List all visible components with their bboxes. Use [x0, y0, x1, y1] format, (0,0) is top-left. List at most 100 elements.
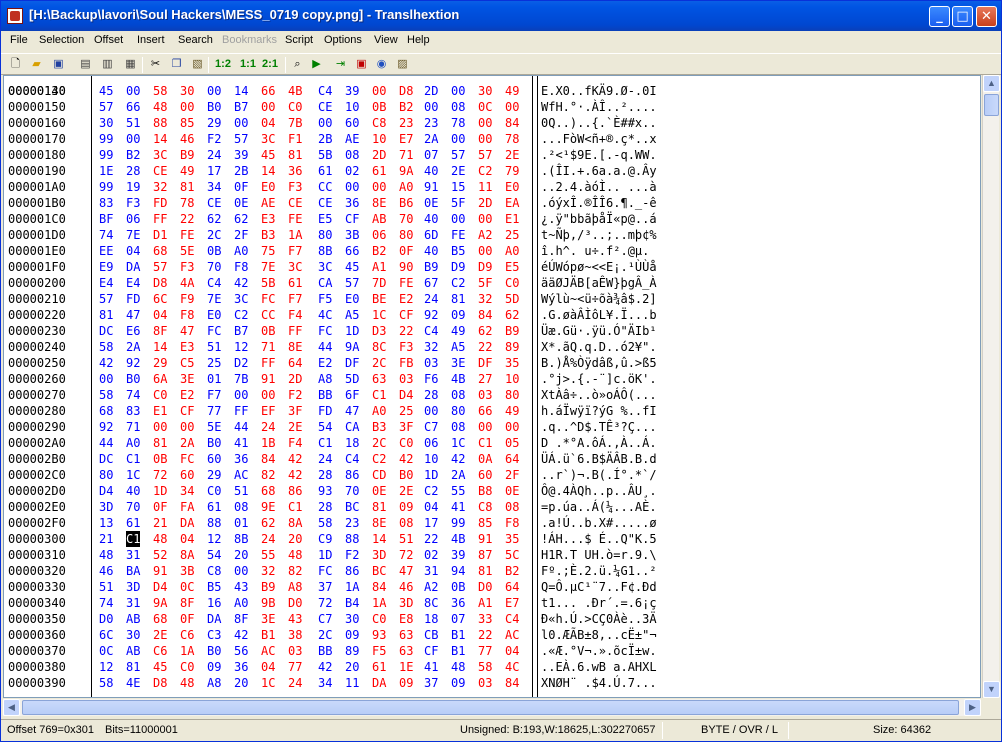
- hex-byte[interactable]: 86: [345, 467, 359, 483]
- hex-byte[interactable]: 99: [99, 179, 113, 195]
- hex-byte[interactable]: 3D: [372, 547, 386, 563]
- hex-byte[interactable]: 24: [261, 419, 275, 435]
- hex-byte[interactable]: D1: [153, 227, 167, 243]
- hex-byte[interactable]: 61: [318, 163, 332, 179]
- hex-byte[interactable]: 3E: [261, 611, 275, 627]
- ascii-text[interactable]: .°j>.{.-¨]c.öK'.: [541, 371, 657, 387]
- hex-byte[interactable]: F2: [288, 387, 302, 403]
- hex-byte[interactable]: 42: [399, 451, 413, 467]
- hex-byte[interactable]: 30: [478, 83, 492, 99]
- hex-byte[interactable]: 08: [399, 515, 413, 531]
- hex-byte[interactable]: 92: [126, 355, 140, 371]
- hex-byte[interactable]: 0E: [424, 195, 438, 211]
- hex-byte[interactable]: 32: [153, 179, 167, 195]
- hex-editor-view[interactable]: 00000130 00000140 45 00 58 30 00 14 66 4B C4 39 00 D…: [3, 75, 981, 698]
- hex-byte[interactable]: D8: [153, 675, 167, 691]
- hex-byte[interactable]: 40: [424, 163, 438, 179]
- hex-byte[interactable]: 70: [345, 483, 359, 499]
- hex-byte[interactable]: B8: [478, 483, 492, 499]
- hex-byte[interactable]: 63: [372, 371, 386, 387]
- hex-byte[interactable]: C2: [424, 483, 438, 499]
- hex-byte[interactable]: 28: [424, 387, 438, 403]
- hex-byte[interactable]: C4: [318, 83, 332, 99]
- hex-byte[interactable]: E9: [99, 259, 113, 275]
- hex-byte[interactable]: B1: [451, 643, 465, 659]
- hex-byte[interactable]: D9: [451, 259, 465, 275]
- hex-byte[interactable]: 32: [478, 291, 492, 307]
- hex-byte[interactable]: 75: [261, 243, 275, 259]
- hex-byte[interactable]: F2: [207, 131, 221, 147]
- ascii-text[interactable]: h.áÏwÿï?ýG %..fI: [541, 403, 657, 419]
- hex-byte[interactable]: 00: [424, 403, 438, 419]
- open-folder-icon[interactable]: ▰: [28, 56, 45, 73]
- hex-byte[interactable]: 42: [288, 467, 302, 483]
- hex-byte[interactable]: 3C: [153, 147, 167, 163]
- hex-byte[interactable]: 2A: [451, 467, 465, 483]
- hex-byte[interactable]: 04: [424, 499, 438, 515]
- hex-byte[interactable]: 62: [261, 515, 275, 531]
- hex-byte[interactable]: 57: [478, 147, 492, 163]
- hex-byte[interactable]: 1E: [399, 659, 413, 675]
- hex-byte[interactable]: C0: [288, 99, 302, 115]
- hex-byte[interactable]: 00: [505, 419, 519, 435]
- hex-byte[interactable]: B2: [372, 243, 386, 259]
- hex-byte[interactable]: 79: [505, 163, 519, 179]
- hex-byte[interactable]: BF: [99, 211, 113, 227]
- hex-byte[interactable]: BC: [372, 563, 386, 579]
- ascii-text[interactable]: .(ÎI.+.6a.a.@.Ây: [541, 163, 657, 179]
- hex-byte[interactable]: 1A: [288, 227, 302, 243]
- hex-byte[interactable]: 05: [505, 435, 519, 451]
- hex-byte[interactable]: 40: [424, 211, 438, 227]
- ascii-text[interactable]: E.X0..fKÄ9.Ø-.0I: [541, 83, 657, 99]
- hex-byte[interactable]: 56: [234, 643, 248, 659]
- ascii-text[interactable]: Üæ.Gü·.ÿü.Ó"ÄIb¹: [541, 323, 657, 339]
- hex-byte[interactable]: 39: [234, 147, 248, 163]
- hex-byte[interactable]: 41: [451, 499, 465, 515]
- hex-byte[interactable]: 57: [153, 259, 167, 275]
- ascii-text[interactable]: ...FòW<ñ+®.ç*..x: [541, 131, 657, 147]
- hex-byte[interactable]: A8: [288, 579, 302, 595]
- hex-byte[interactable]: 62: [234, 211, 248, 227]
- hex-byte[interactable]: 58: [99, 387, 113, 403]
- hex-byte[interactable]: C1: [288, 499, 302, 515]
- hex-byte[interactable]: 00: [451, 211, 465, 227]
- hex-byte[interactable]: 3F: [399, 419, 413, 435]
- hex-byte[interactable]: 36: [345, 195, 359, 211]
- hex-byte[interactable]: 93: [318, 483, 332, 499]
- hex-byte[interactable]: CC: [318, 179, 332, 195]
- hex-byte[interactable]: 51: [99, 579, 113, 595]
- hex-byte[interactable]: 3C: [318, 259, 332, 275]
- hex-byte[interactable]: C4: [424, 323, 438, 339]
- hex-byte[interactable]: 60: [478, 467, 492, 483]
- hex-byte[interactable]: 15: [451, 179, 465, 195]
- hex-byte[interactable]: 11: [345, 675, 359, 691]
- hex-byte[interactable]: A1: [478, 595, 492, 611]
- hex-byte[interactable]: 67: [424, 275, 438, 291]
- hex-byte[interactable]: F3: [399, 339, 413, 355]
- hex-byte[interactable]: 1A: [345, 579, 359, 595]
- hex-byte[interactable]: D4: [399, 387, 413, 403]
- hex-byte[interactable]: 1A: [180, 643, 194, 659]
- hex-byte[interactable]: 40: [126, 483, 140, 499]
- hex-byte[interactable]: 0E: [505, 483, 519, 499]
- hex-byte[interactable]: 32: [424, 339, 438, 355]
- hex-byte[interactable]: B6: [399, 195, 413, 211]
- hex-byte[interactable]: 9B: [261, 595, 275, 611]
- hex-byte[interactable]: 1C: [451, 435, 465, 451]
- hex-byte[interactable]: 3C: [288, 259, 302, 275]
- hex-byte[interactable]: 45: [153, 659, 167, 675]
- hex-byte[interactable]: 00: [478, 131, 492, 147]
- hex-byte[interactable]: AC: [261, 643, 275, 659]
- hex-byte[interactable]: 10: [505, 371, 519, 387]
- hex-byte[interactable]: 44: [318, 339, 332, 355]
- hex-byte[interactable]: 72: [399, 547, 413, 563]
- hex-byte[interactable]: B0: [399, 467, 413, 483]
- hex-byte[interactable]: CE: [318, 99, 332, 115]
- hex-byte[interactable]: 80: [505, 387, 519, 403]
- hex-byte[interactable]: 81: [451, 291, 465, 307]
- hex-byte[interactable]: 94: [451, 563, 465, 579]
- hex-byte[interactable]: 09: [399, 675, 413, 691]
- hex-byte[interactable]: 29: [207, 115, 221, 131]
- hex-byte[interactable]: B0: [207, 99, 221, 115]
- hex-byte[interactable]: 8E: [288, 339, 302, 355]
